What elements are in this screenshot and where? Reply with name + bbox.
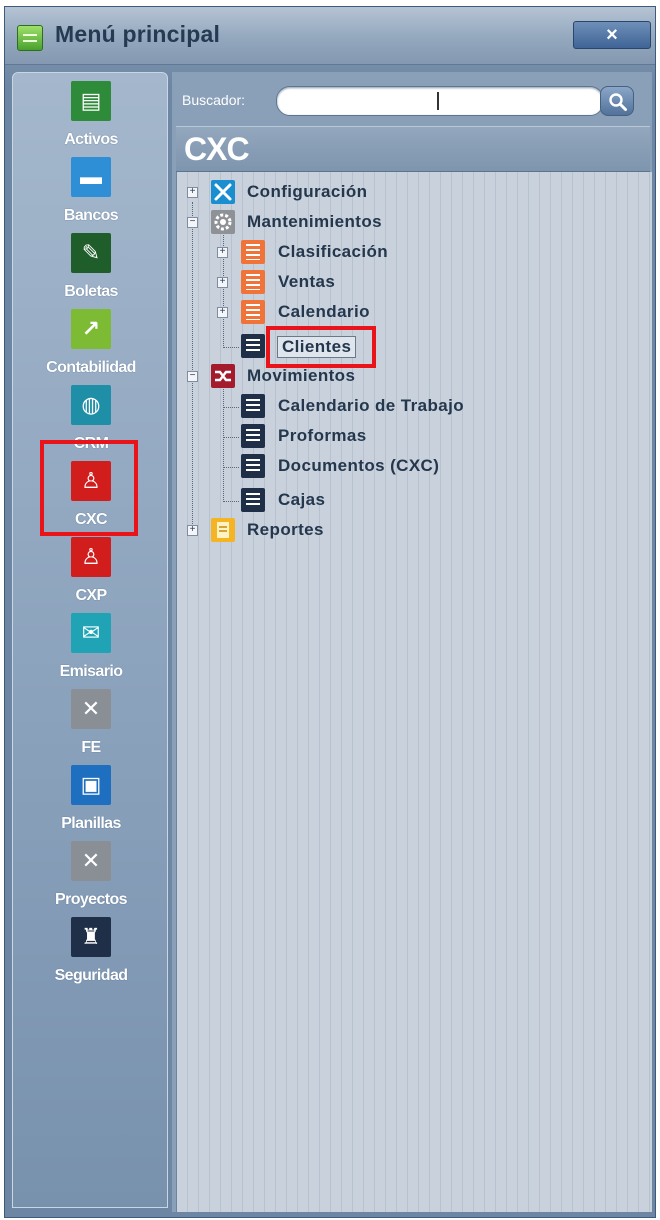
list-icon — [241, 488, 265, 512]
tree-label: Configuración — [247, 182, 368, 201]
module-proyectos[interactable]: ✕ Proyectos — [13, 841, 169, 917]
tree-label: Clasificación — [278, 242, 389, 261]
tree-node-clasificacion[interactable]: + Clasificación — [217, 240, 517, 266]
tree-connector — [223, 501, 239, 502]
expand-plus-icon[interactable]: + — [187, 187, 198, 198]
module-planillas[interactable]: ▣ Planillas — [13, 765, 169, 841]
module-label: Activos — [64, 131, 118, 148]
list-icon — [241, 454, 265, 478]
expand-plus-icon[interactable]: + — [217, 307, 228, 318]
expand-plus-icon[interactable]: + — [187, 525, 198, 536]
tree-label: Calendario de Trabajo — [278, 396, 465, 415]
module-label: Boletas — [64, 283, 118, 300]
castle-icon: ♜ — [71, 917, 111, 957]
tree-node-calendario[interactable]: + Calendario — [217, 300, 517, 326]
tree-label: Documentos (CXC) — [278, 456, 440, 475]
module-label: Bancos — [63, 207, 119, 224]
module-label: Emisario — [59, 663, 123, 680]
tree-label: Ventas — [278, 272, 336, 291]
content-panel: Buscador: CXC + Configuración − Mantenim… — [172, 72, 652, 1212]
expand-plus-icon[interactable]: + — [217, 247, 228, 258]
list-icon — [241, 394, 265, 418]
tree-connector — [223, 386, 224, 502]
collapse-minus-icon[interactable]: − — [187, 371, 198, 382]
tools-icon: ✕ — [71, 689, 111, 729]
tree-connector — [223, 467, 239, 468]
tree-label: Reportes — [247, 520, 324, 539]
calculator-icon — [17, 25, 43, 51]
module-label: FE — [81, 739, 101, 756]
module-boletas[interactable]: ✎ Boletas — [13, 233, 169, 309]
document-icon: ▣ — [71, 765, 111, 805]
window-title: Menú principal — [55, 21, 221, 47]
person-payables-icon: ♙ — [71, 537, 111, 577]
tree-node-cajas[interactable]: Cajas — [241, 488, 541, 514]
envelope-icon: ✉ — [71, 613, 111, 653]
module-emisario[interactable]: ✉ Emisario — [13, 613, 169, 689]
tree-connector — [223, 437, 239, 438]
teacher-desk-icon: ✎ — [71, 233, 111, 273]
module-label: Planillas — [61, 815, 121, 832]
tree-node-documentos[interactable]: Documentos (CXC) — [241, 454, 541, 480]
tree-connector — [223, 347, 239, 348]
module-label: Seguridad — [54, 967, 128, 984]
module-label: CXP — [75, 587, 107, 604]
tree-node-configuracion[interactable]: + Configuración — [187, 180, 487, 206]
collapse-minus-icon[interactable]: − — [187, 217, 198, 228]
chart-line-icon: ↗ — [71, 309, 111, 349]
list-icon — [241, 334, 265, 358]
module-label: Contabilidad — [46, 359, 136, 376]
module-sidebar: ▤ Activos ▬ Bancos ✎ Boletas ↗ Contabili… — [12, 72, 168, 1208]
section-title: CXC — [184, 131, 250, 167]
search-input[interactable] — [276, 86, 604, 116]
tree-label: Calendario — [278, 302, 370, 321]
list-icon — [241, 424, 265, 448]
tree-node-ventas[interactable]: + Ventas — [217, 270, 517, 296]
list-icon — [241, 300, 265, 324]
module-label: Proyectos — [55, 891, 128, 908]
module-contabilidad[interactable]: ↗ Contabilidad — [13, 309, 169, 385]
search-button[interactable] — [600, 86, 634, 116]
module-cxp[interactable]: ♙ CXP — [13, 537, 169, 613]
tools-icon — [211, 180, 235, 204]
list-icon — [241, 240, 265, 264]
highlight-box-cxc — [40, 440, 138, 536]
section-header: CXC — [176, 126, 650, 172]
tree-label: Proformas — [278, 426, 367, 445]
module-seguridad[interactable]: ♜ Seguridad — [13, 917, 169, 993]
gear-icon — [211, 210, 235, 234]
search-icon — [609, 93, 627, 111]
search-label: Buscador: — [182, 92, 246, 108]
tree-label: Mantenimientos — [247, 212, 383, 231]
tree-node-calendario-trabajo[interactable]: Calendario de Trabajo — [241, 394, 541, 420]
module-bancos[interactable]: ▬ Bancos — [13, 157, 169, 233]
module-activos[interactable]: ▤ Activos — [13, 81, 169, 157]
tree-connector — [223, 407, 239, 408]
briefcase-icon: ▬ — [71, 157, 111, 197]
menu-tree: + Configuración − Mantenimientos + Clasi… — [176, 172, 652, 1212]
globe-icon: ◍ — [71, 385, 111, 425]
tree-node-mantenimientos[interactable]: − Mantenimientos — [187, 210, 487, 236]
cash-register-icon: ▤ — [71, 81, 111, 121]
tree-label: Movimientos — [247, 366, 356, 385]
title-bar: Menú principal × — [5, 7, 655, 65]
shuffle-icon — [211, 364, 235, 388]
module-fe[interactable]: ✕ FE — [13, 689, 169, 765]
close-button[interactable]: × — [573, 21, 651, 49]
ruler-pencil-icon: ✕ — [71, 841, 111, 881]
text-caret — [437, 92, 439, 110]
expand-plus-icon[interactable]: + — [217, 277, 228, 288]
tree-label: Cajas — [278, 490, 326, 509]
tree-node-reportes[interactable]: + Reportes — [187, 518, 487, 544]
tree-node-proformas[interactable]: Proformas — [241, 424, 541, 450]
highlight-box-clientes — [266, 326, 376, 368]
folder-report-icon — [211, 518, 235, 542]
list-icon — [241, 270, 265, 294]
